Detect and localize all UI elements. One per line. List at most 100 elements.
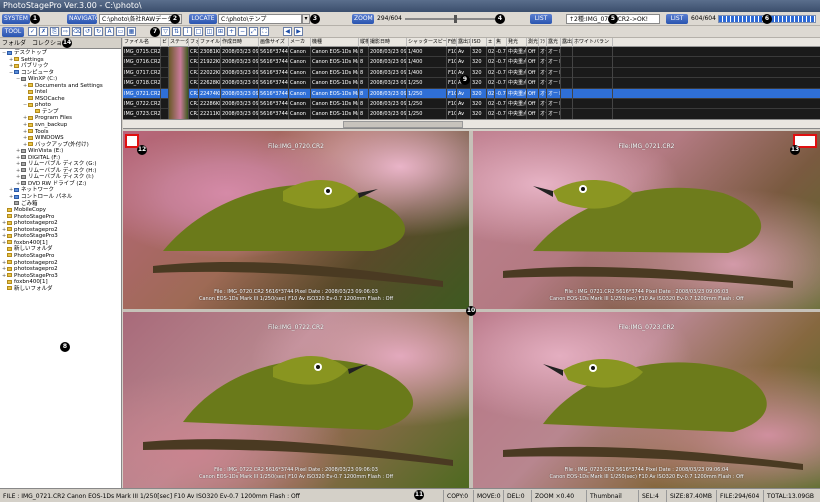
folder-tree-item[interactable]: 新しいフォルダ — [0, 286, 121, 293]
grid-column-header[interactable]: ISO — [471, 38, 487, 47]
grid-column-header[interactable]: 焦 — [495, 38, 507, 47]
table-row[interactable]: IMG_0716.CR2CR221922KB2008/03/23 09:06:0… — [123, 57, 820, 68]
grid-column-header[interactable]: 露出ﾓ — [561, 38, 573, 47]
folder-tree-label: WINDOWS — [35, 135, 64, 142]
grid-column-header[interactable]: シャッタースピード — [407, 38, 447, 47]
bird-illustration-3 — [143, 355, 453, 466]
table-cell: 21922KB — [199, 57, 221, 68]
table-cell — [161, 78, 169, 89]
grid-column-header[interactable]: 発光 — [507, 38, 527, 47]
table-row[interactable]: IMG_0722.CR2 CR222286KB2008/03/23 09:06:1… — [123, 98, 820, 110]
grid-column-header[interactable]: ﾌﾗ — [539, 38, 547, 47]
table-cell: F10 — [447, 98, 457, 110]
grid-column-header[interactable]: フォ — [189, 38, 199, 47]
grid-column-header[interactable]: 測光モ — [527, 38, 539, 47]
grid-column-header[interactable]: 露光 — [547, 38, 561, 47]
dual-view-icon[interactable]: ◫ — [205, 27, 214, 36]
table-row[interactable]: IMG_0715.CR2 CR223081KB2008/03/23 09:06:0… — [123, 47, 820, 58]
image-slider-knob[interactable] — [454, 15, 457, 23]
grid-column-header[interactable]: 画像サイズ — [259, 38, 289, 47]
zoom-out-icon[interactable]: − — [238, 27, 247, 36]
grid-horizontal-scrollbar[interactable] — [123, 120, 820, 129]
system-button[interactable]: SYSTEM — [2, 14, 30, 24]
table-cell: -0.7 — [495, 47, 507, 58]
table-cell: 2008/03/23 09:06:59 — [369, 47, 407, 58]
photo-panel-3[interactable]: File:IMG_0722.CR2 File : IMG_0722.CR2 56… — [123, 312, 469, 488]
grid-column-header[interactable]: 撮影日時 — [369, 38, 407, 47]
viewer-sync-toggle-icon[interactable] — [125, 134, 139, 148]
table-cell — [573, 57, 613, 68]
delete-icon[interactable]: ⌫ — [72, 27, 81, 36]
tab-folders[interactable]: フォルダ — [2, 40, 26, 47]
table-cell: 1/250 — [407, 88, 447, 99]
locate-button[interactable]: LOCATE — [189, 14, 217, 24]
table-cell: 中央重点平... — [507, 78, 527, 89]
table-cell: F10 — [447, 57, 457, 68]
uncheck-icon[interactable]: ✗ — [39, 27, 48, 36]
table-cell: 02 — [487, 109, 495, 119]
grid-column-header[interactable]: F値 — [447, 38, 457, 47]
info-icon[interactable]: i — [183, 27, 192, 36]
table-cell: IMG_0716.CR2 — [123, 57, 161, 68]
folder-tree-label: コンピュータ — [21, 69, 55, 76]
table-cell: F10 — [447, 47, 457, 58]
grid-column-header[interactable]: 作成日時 — [221, 38, 259, 47]
check-icon[interactable]: ✓ — [28, 27, 37, 36]
tool-button[interactable]: TOOL — [2, 27, 24, 37]
grid-column-header[interactable]: メーカ — [289, 38, 311, 47]
table-cell: 8 — [359, 78, 369, 89]
rename-icon[interactable]: A — [105, 27, 114, 36]
folder-icon[interactable]: ▭ — [116, 27, 125, 36]
photo-panel-2[interactable]: File:IMG_0721.CR2 File : IMG_0721.CR2 56… — [473, 131, 820, 309]
quad-view-icon[interactable]: ⊞ — [216, 27, 225, 36]
zoom-in-icon[interactable]: + — [227, 27, 236, 36]
prev-icon[interactable]: ◀ — [283, 27, 292, 36]
grid-column-header[interactable]: ステータ — [169, 38, 189, 47]
fit-icon[interactable]: ⤢ — [249, 27, 258, 36]
photo-panel-1[interactable]: File:IMG_0720.CR2 File : IMG_0720.CR2 56… — [123, 131, 469, 309]
table-cell: CR2 — [189, 78, 199, 89]
copy-icon[interactable]: ⎘ — [50, 27, 59, 36]
rotate-right-icon[interactable]: ↻ — [94, 27, 103, 36]
table-row[interactable]: IMG_0717.CR2CR222022KB2008/03/23 09:06:0… — [123, 67, 820, 79]
grid-column-header[interactable]: ファイル名 — [123, 38, 161, 47]
grid-column-header[interactable]: ファイルサ — [199, 38, 221, 47]
sort-icon[interactable]: ⇅ — [172, 27, 181, 36]
table-row[interactable]: IMG_0721.CR2 CR222474KB2008/03/23 09:06:1… — [123, 88, 820, 99]
grid-column-header[interactable]: ビ — [161, 38, 169, 47]
table-row[interactable]: IMG_0718.CR2 CR222628KB2008/03/23 09:06:1… — [123, 78, 820, 89]
table-cell — [573, 78, 613, 89]
single-view-icon[interactable]: □ — [194, 27, 203, 36]
scrollbar-thumb[interactable] — [343, 121, 463, 128]
next-icon[interactable]: ▶ — [294, 27, 303, 36]
destination-path-dropdown-icon[interactable]: ▾ — [302, 14, 310, 24]
row-thumbnail — [169, 78, 189, 89]
table-cell: オート — [547, 88, 561, 99]
destination-path-field[interactable]: C:\photo\テンプ — [218, 14, 302, 24]
photo-panel-4[interactable]: File:IMG_0723.CR2 File : IMG_0723.CR2 56… — [473, 312, 820, 488]
filter-icon[interactable]: ▽ — [161, 27, 170, 36]
zoom-button[interactable]: ZOOM — [352, 14, 374, 24]
view-grid-icon[interactable]: ▦ — [127, 27, 136, 36]
rotate-left-icon[interactable]: ↺ — [83, 27, 92, 36]
navigator-button[interactable]: NAVIGATOR — [67, 14, 97, 24]
table-cell — [573, 109, 613, 119]
grid-column-header[interactable]: 機種 — [311, 38, 359, 47]
progress-list-button[interactable]: LIST — [666, 14, 688, 24]
grid-column-header[interactable]: 縦横 — [359, 38, 369, 47]
source-path-field[interactable]: C:\photo\各社RAWデータ — [99, 14, 174, 24]
table-cell: 22211KB — [199, 109, 221, 119]
grid-column-header[interactable]: ± — [487, 38, 495, 47]
grid-column-header[interactable]: 露出ﾌﾟﾛ — [457, 38, 471, 47]
row-thumbnail — [169, 88, 189, 99]
move-icon[interactable]: ⇨ — [61, 27, 70, 36]
bird-illustration-1 — [153, 179, 443, 287]
table-cell: オート — [539, 47, 547, 58]
drive-icon — [21, 181, 26, 186]
folder-tree-label: ネットワーク — [21, 187, 55, 194]
fullscreen-icon[interactable]: ⛶ — [260, 27, 269, 36]
grid-column-header[interactable]: ホワイトバラン — [573, 38, 613, 47]
compare-list-button[interactable]: LIST — [530, 14, 552, 24]
folder-icon — [7, 260, 12, 264]
table-row[interactable]: IMG_0723.CR2 CR222211KB2008/03/23 09:06:1… — [123, 109, 820, 119]
